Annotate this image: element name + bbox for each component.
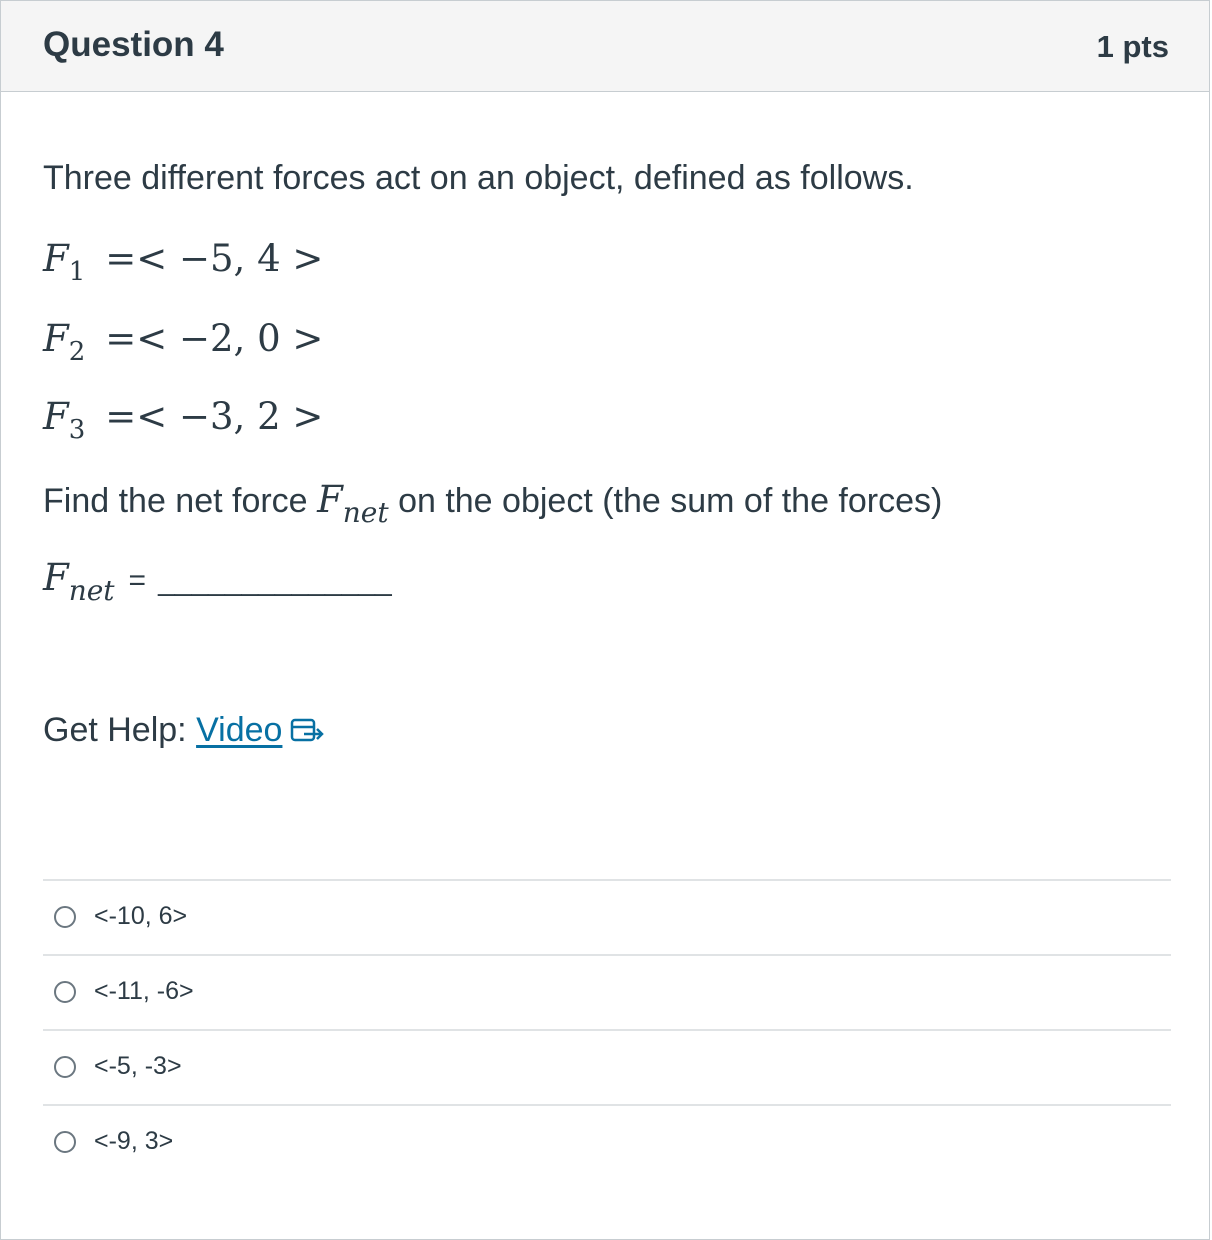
question-intro: Three different forces act on an object,…: [43, 159, 914, 197]
force-2: F2 =< −2, 0 >: [43, 317, 324, 365]
radio-button[interactable]: [54, 981, 76, 1003]
question-card: Question 4 1 pts Three different forces …: [0, 0, 1210, 1240]
question-points: 1 pts: [1096, 29, 1169, 64]
help-prefix: Get Help:: [43, 711, 187, 749]
answer-option[interactable]: <-10, 6>: [43, 879, 1171, 954]
force-subscript: 2: [68, 337, 86, 367]
radio-button[interactable]: [54, 1056, 76, 1078]
force-symbol: F: [43, 317, 69, 360]
find-prefix: Find the net force: [43, 482, 308, 520]
equals-sign: =: [128, 564, 147, 597]
answer-label[interactable]: <-9, 3>: [94, 1127, 173, 1156]
answer-option[interactable]: <-11, -6>: [43, 954, 1171, 1029]
force-1: F1 =< −5, 4 >: [43, 237, 324, 285]
get-help: Get Help: Video: [43, 711, 326, 754]
video-link[interactable]: Video: [196, 711, 282, 749]
answer-option[interactable]: <-5, -3>: [43, 1029, 1171, 1104]
answer-list: <-10, 6> <-11, -6> <-5, -3> <-9, 3>: [43, 879, 1171, 1179]
force-symbol: F: [43, 395, 69, 438]
answer-label[interactable]: <-5, -3>: [94, 1052, 182, 1081]
find-suffix: on the object (the sum of the forces): [398, 482, 943, 520]
radio-button[interactable]: [54, 906, 76, 928]
answer-option[interactable]: <-9, 3>: [43, 1104, 1171, 1179]
answer-label[interactable]: <-10, 6>: [94, 902, 187, 931]
find-instruction: Find the net force Fnet on the object (t…: [43, 478, 943, 529]
answer-label[interactable]: <-11, -6>: [94, 977, 194, 1006]
radio-button[interactable]: [54, 1131, 76, 1153]
force-value: =< −5, 4 >: [105, 237, 324, 280]
question-header: Question 4 1 pts: [1, 1, 1209, 92]
question-title: Question 4: [43, 25, 224, 64]
external-link-icon[interactable]: [290, 715, 326, 754]
answer-blank: ______________: [158, 564, 392, 597]
fnet-answer-line: Fnet = ______________: [43, 556, 392, 607]
fnet-symbol: Fnet: [317, 478, 389, 529]
force-value: =< −3, 2 >: [105, 395, 324, 438]
force-value: =< −2, 0 >: [105, 317, 324, 360]
force-subscript: 3: [68, 415, 86, 445]
force-symbol: F: [43, 237, 69, 280]
fnet-symbol: Fnet: [43, 556, 115, 607]
force-3: F3 =< −3, 2 >: [43, 395, 324, 443]
force-subscript: 1: [68, 257, 86, 287]
